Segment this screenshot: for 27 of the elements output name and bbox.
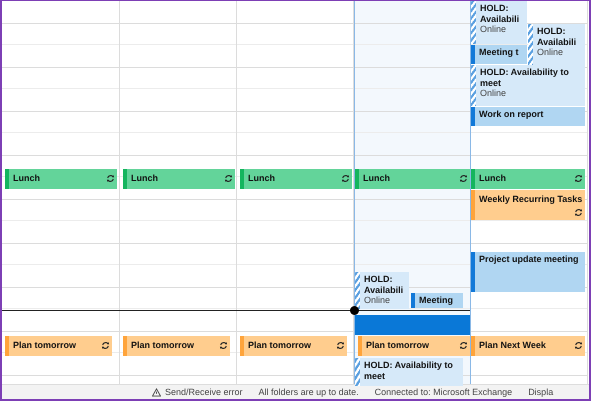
current-time-dot xyxy=(350,306,359,315)
calendar-event[interactable]: Work on report xyxy=(471,107,585,126)
status-text: All folders are up to date. xyxy=(258,387,359,397)
calendar-event[interactable]: Plan tomorrow xyxy=(358,336,470,356)
calendar-event[interactable]: HOLD: Availability to meet Online xyxy=(471,65,585,106)
calendar-event[interactable]: Lunch xyxy=(240,169,352,189)
warning-icon xyxy=(152,388,161,396)
calendar-event[interactable]: HOLD: Availabili Online xyxy=(528,24,585,65)
status-text: Send/Receive error xyxy=(165,387,243,397)
calendar-event[interactable]: Meeting t xyxy=(471,45,527,64)
calendar-event[interactable]: Weekly Recurring Tasks xyxy=(471,190,585,220)
calendar-event[interactable]: Lunch xyxy=(471,169,585,189)
calendar-event[interactable]: Plan tomorrow xyxy=(123,336,230,356)
calendar-event[interactable]: HOLD: Availabili Online xyxy=(355,272,409,309)
calendar-event[interactable]: Meeting xyxy=(411,293,463,308)
calendar-event[interactable]: Plan Next Week xyxy=(471,336,585,356)
calendar-event[interactable]: Plan tomorrow xyxy=(240,336,347,356)
calendar-event[interactable]: Project update meeting xyxy=(471,252,585,292)
status-text: Connected to: Microsoft Exchange xyxy=(374,387,512,397)
calendar-event[interactable]: Plan tomorrow xyxy=(5,336,112,356)
calendar-event[interactable]: Lunch xyxy=(123,169,235,189)
calendar-event[interactable]: Lunch xyxy=(5,169,117,189)
calendar-event[interactable]: HOLD: Availabili Online xyxy=(471,1,527,44)
calendar-event[interactable]: Lunch xyxy=(355,169,470,189)
selected-time-slot[interactable] xyxy=(355,315,470,335)
status-text: Displa xyxy=(528,387,554,397)
calendar-event[interactable]: HOLD: Availability to meet xyxy=(355,358,463,386)
